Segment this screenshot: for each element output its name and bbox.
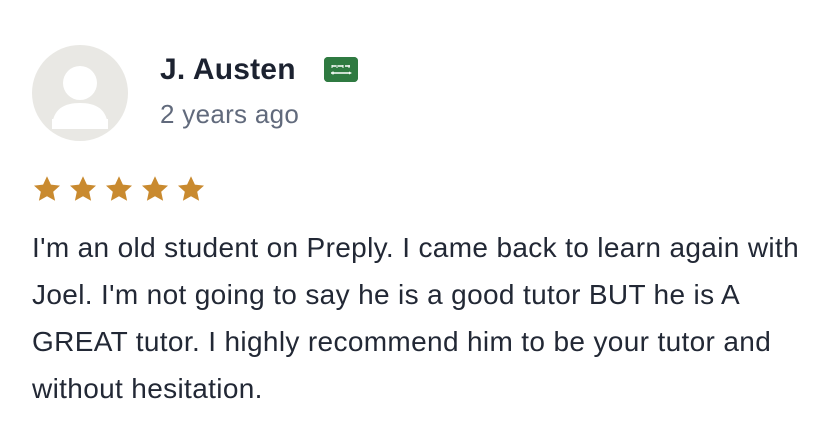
- star-icon: [176, 174, 206, 204]
- author-name: J. Austen: [160, 53, 296, 86]
- avatar: [32, 45, 128, 141]
- saudi-arabia-flag-icon: [324, 57, 358, 82]
- star-icon: [32, 174, 62, 204]
- user-placeholder-icon: [52, 66, 108, 129]
- star-icon: [140, 174, 170, 204]
- star-icon: [68, 174, 98, 204]
- review-text: I'm an old student on Preply. I came bac…: [32, 232, 800, 404]
- review-date: 2 years ago: [160, 99, 300, 129]
- star-icon: [104, 174, 134, 204]
- star-rating: [32, 174, 212, 204]
- review-card: J. Austen 2 years ago I'm an old student…: [0, 0, 828, 445]
